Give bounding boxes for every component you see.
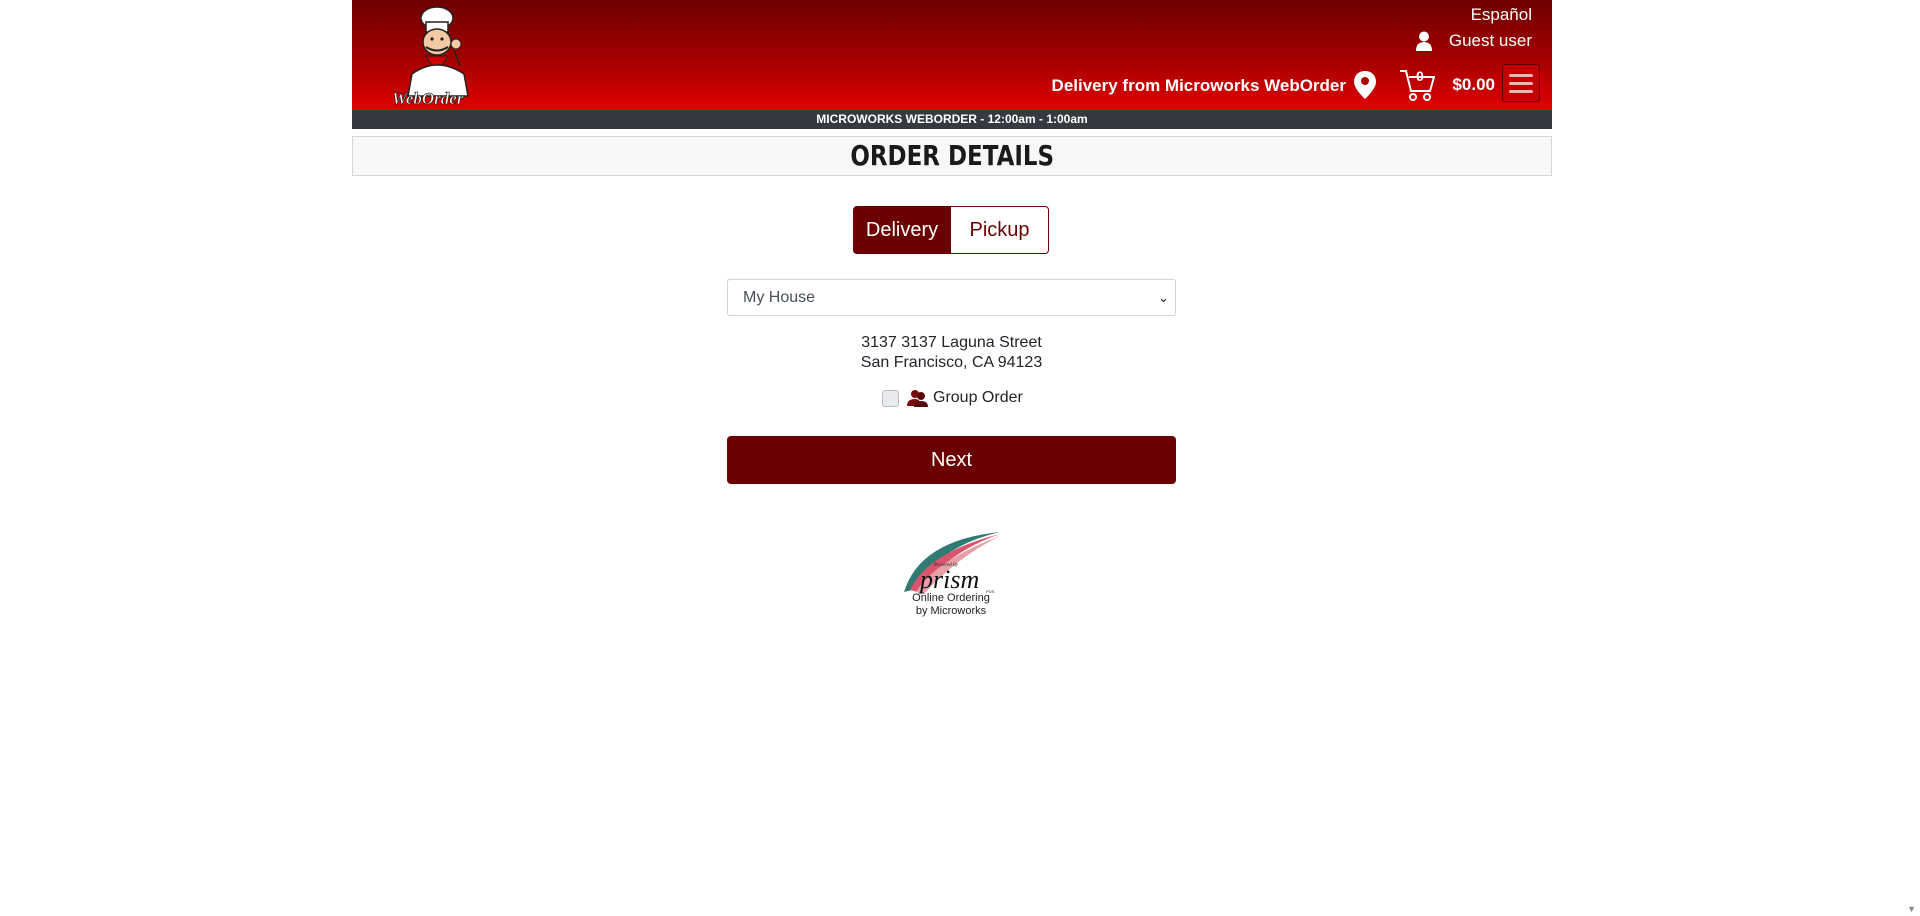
group-order-label: Group Order [933,389,1023,406]
scroll-down-arrow-icon[interactable]: ▼ [1907,904,1916,914]
user-icon [1415,31,1432,51]
footer-credit: Online Ordering by Microworks [886,592,1016,618]
hamburger-line [1509,89,1533,93]
user-name: Guest user [1448,31,1532,50]
address-select-value: My House [743,289,816,306]
footer-line-2: by Microworks [915,605,987,617]
address-select[interactable]: My House ⌄ [727,279,1176,316]
next-button[interactable]: Next [727,436,1176,484]
cart-total[interactable]: $0.00 [1452,75,1495,95]
user-account-link[interactable]: Guest user [1415,31,1532,51]
group-users-icon [907,390,928,407]
page-title: ORDER DETAILS [850,139,1054,172]
svg-text:prism: prism [918,565,979,594]
language-switch-link[interactable]: Español [1471,5,1532,25]
site-header: WebOrder Español Guest user Delivery fro… [352,0,1552,110]
cart-count-badge: 0 [1416,68,1424,84]
cart-button[interactable]: 0 [1399,68,1436,102]
hamburger-line [1509,81,1533,85]
chef-logo[interactable]: WebOrder [390,4,490,108]
order-type-toggle: Delivery Pickup [853,206,1049,254]
group-order-checkbox[interactable] [882,389,899,407]
delivery-from-label[interactable]: Delivery from Microworks WebOrder [1052,76,1346,96]
chevron-down-icon: ⌄ [1158,290,1169,305]
footer-line-1: Online Ordering [912,592,990,604]
svg-text:WebOrder: WebOrder [392,89,464,108]
address-line-2: San Francisco, CA 94123 [860,354,1043,371]
address-line-1: 3137 3137 Laguna Street [861,334,1042,351]
page-title-bar: ORDER DETAILS [352,136,1552,176]
pickup-tab[interactable]: Pickup [951,206,1049,254]
hamburger-menu-icon[interactable] [1502,64,1540,102]
store-hours-bar: MICROWORKS WEBORDER - 12:00am - 1:00am [352,110,1552,129]
delivery-address: 3137 3137 Laguna Street San Francisco, C… [727,333,1176,373]
delivery-tab[interactable]: Delivery [853,206,951,254]
hamburger-line [1509,73,1533,77]
group-order-option: Group Order [882,389,1023,407]
page-container: WebOrder Español Guest user Delivery fro… [352,0,1552,176]
location-pin-icon[interactable] [1353,70,1377,100]
